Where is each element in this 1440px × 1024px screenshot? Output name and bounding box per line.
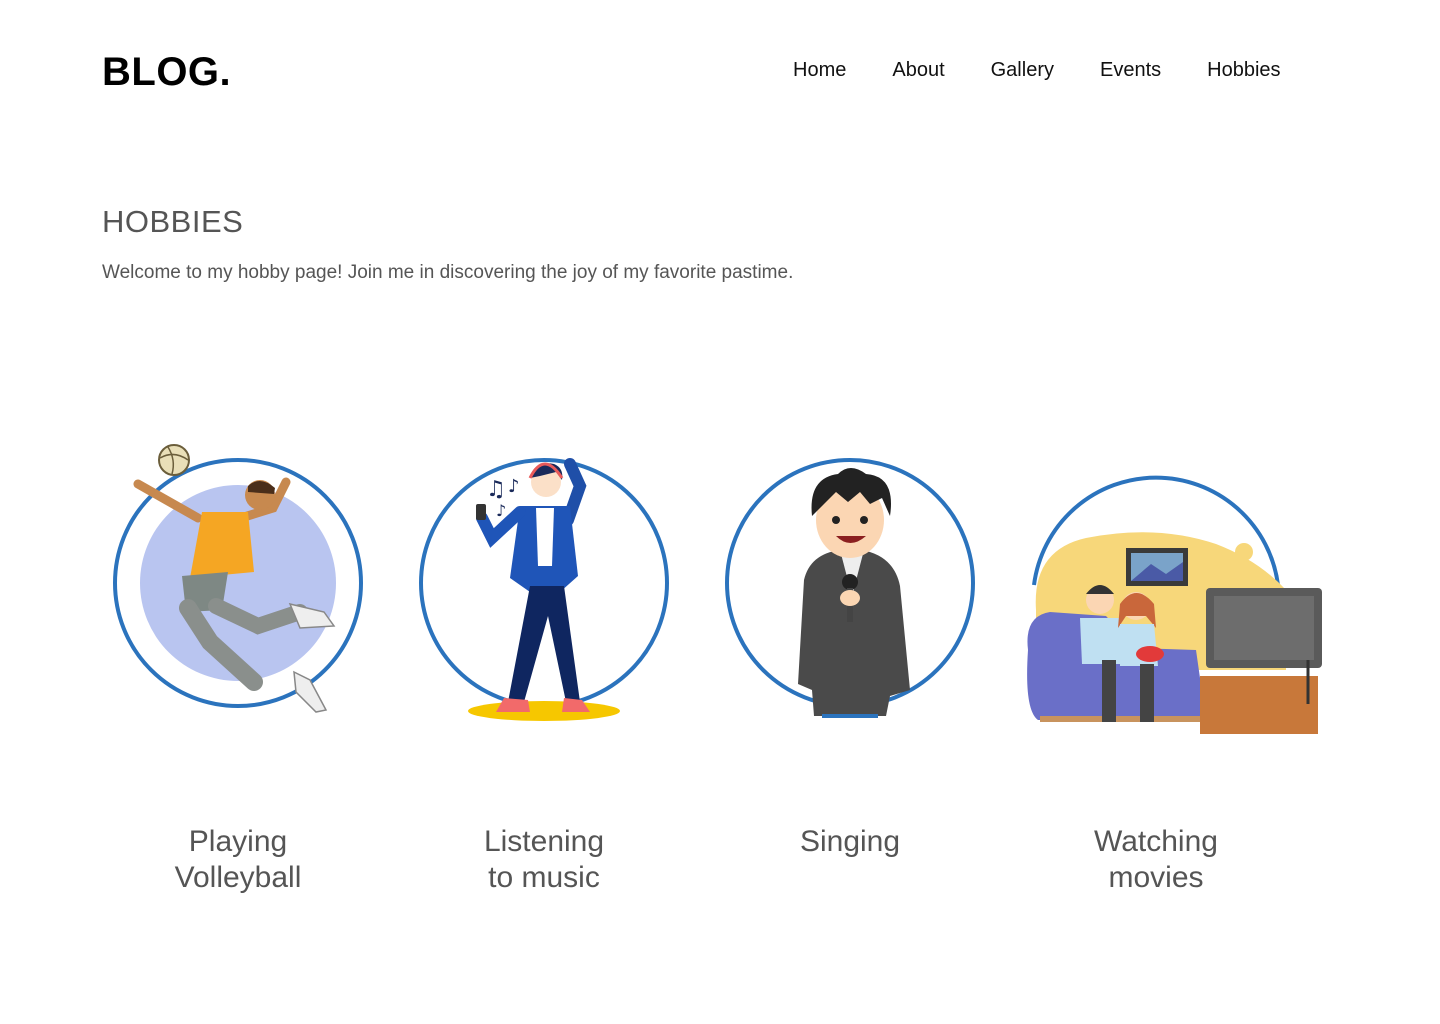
main-nav: Home About Gallery Events Hobbies <box>793 59 1281 82</box>
site-logo[interactable]: BLOG. <box>102 50 231 95</box>
hobby-card-music[interactable]: ♫ ♪ ♪ Listening to music <box>384 420 704 920</box>
volleyball-player-illustration <box>113 444 363 713</box>
page-title: HOBBIES <box>102 204 244 239</box>
hobby-label: Singing <box>799 825 901 858</box>
music-listener-illustration: ♫ ♪ ♪ <box>419 458 669 721</box>
hobby-label: Playing Volleyball <box>174 825 302 894</box>
movie-watching-illustration <box>1027 475 1322 734</box>
nav-home[interactable]: Home <box>793 59 846 82</box>
nav-about[interactable]: About <box>892 59 944 82</box>
nav-gallery[interactable]: Gallery <box>991 59 1054 82</box>
hobby-label: Listening to music <box>483 825 605 894</box>
intro-text: Welcome to my hobby page! Join me in dis… <box>102 262 794 283</box>
nav-events[interactable]: Events <box>1100 59 1161 82</box>
nav-hobbies[interactable]: Hobbies <box>1207 59 1280 82</box>
svg-text:♫: ♫ <box>486 477 506 502</box>
hobby-card-movies[interactable]: Watching movies <box>996 420 1322 920</box>
svg-text:♪: ♪ <box>496 501 506 520</box>
hobby-card-singing[interactable]: Singing <box>690 420 1010 920</box>
hobby-card-volleyball[interactable]: Playing Volleyball <box>78 420 398 920</box>
svg-text:♪: ♪ <box>508 476 520 497</box>
singer-illustration <box>725 458 975 718</box>
hobby-label: Watching movies <box>1094 825 1218 894</box>
